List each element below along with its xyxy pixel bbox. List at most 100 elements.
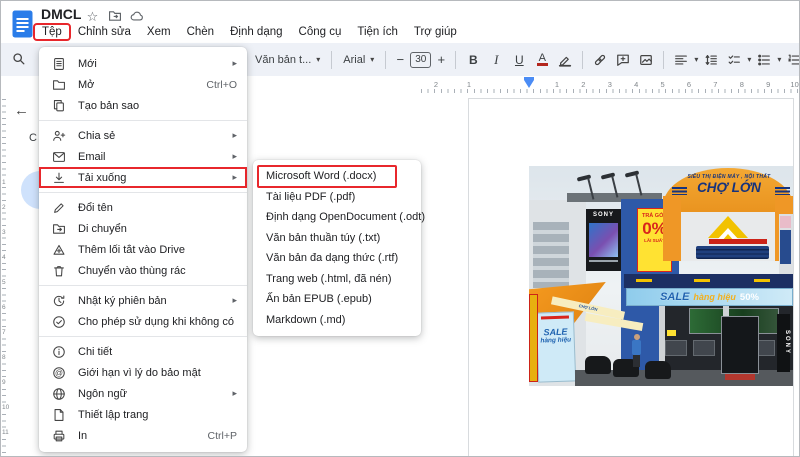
chevron-down-icon[interactable]: ▾: [694, 55, 698, 64]
format-label: Ấn bản EPUB (.epub): [266, 293, 372, 306]
vertical-ruler[interactable]: 1 2 3 4 5 6 7 8 9 10 11: [1, 99, 10, 456]
file-menu-item-info[interactable]: Chi tiết: [39, 341, 247, 362]
format-label: Văn bản đa dạng thức (.rtf): [266, 252, 399, 265]
chevron-down-icon: ▾: [316, 55, 321, 64]
download-format-item[interactable]: Văn bản đa dạng thức (.rtf): [253, 248, 421, 269]
file-menu-item-printer[interactable]: In Ctrl+P: [39, 425, 247, 446]
menu-item-shortcut: Ctrl+O: [206, 78, 237, 91]
download-format-item[interactable]: Văn bản thuần túy (.txt): [253, 228, 421, 249]
ruler-number: 1: [2, 179, 6, 186]
printer-icon: [53, 430, 65, 441]
underline-button[interactable]: U: [509, 50, 529, 70]
menu-chinh-sua[interactable]: Chỉnh sửa: [70, 24, 139, 40]
file-menu-item-folder-move[interactable]: Di chuyển: [39, 218, 247, 239]
menu-item-label: Giới hạn vì lý do bảo mật: [78, 366, 201, 379]
file-menu-item-folder-open[interactable]: Mở Ctrl+O: [39, 74, 247, 95]
menu-item-label: Thiết lập trang: [78, 408, 149, 421]
line-spacing-button[interactable]: [701, 50, 721, 70]
menu-separator: [39, 120, 247, 121]
submenu-arrow-icon: ▸: [232, 388, 237, 398]
menu-item-label: Chia sẻ: [78, 129, 116, 142]
ruler-number: 9: [766, 80, 771, 89]
submenu-arrow-icon: ▸: [232, 130, 237, 140]
submenu-arrow-icon: ▸: [232, 295, 237, 305]
font-dropdown[interactable]: Arial ▾: [339, 54, 378, 66]
menu-item-label: Ngôn ngữ: [78, 387, 127, 400]
file-menu-item-email[interactable]: Email ▸: [39, 146, 247, 167]
file-menu-item-trash[interactable]: Chuyển vào thùng rác: [39, 260, 247, 281]
insert-image-button[interactable]: [636, 50, 656, 70]
numbered-list-button[interactable]: [784, 50, 799, 70]
history-icon: [53, 294, 65, 306]
bulleted-list-button[interactable]: [754, 50, 774, 70]
increase-font-size-button[interactable]: +: [434, 52, 448, 67]
bold-button[interactable]: B: [463, 50, 483, 70]
file-menu-item-offline[interactable]: Cho phép sử dụng khi không có mạng: [39, 311, 247, 332]
file-menu-item-pencil[interactable]: Đổi tên: [39, 197, 247, 218]
storefront-name: CHỢ LỚN: [697, 180, 761, 195]
ruler-number: 1: [466, 80, 472, 89]
file-menu-item-history[interactable]: Nhật ký phiên bản ▸: [39, 290, 247, 311]
ruler-number: 2: [2, 204, 6, 211]
google-docs-window: DMCL ☆ Tệp Chỉnh sửa Xem Chèn Định dạng Công …: [0, 0, 800, 457]
paragraph-style-dropdown[interactable]: Văn bản t... ▾: [251, 54, 324, 66]
sony-vertical-sign: SONY: [777, 314, 790, 372]
email-icon: [53, 151, 65, 162]
decrease-font-size-button[interactable]: −: [393, 52, 407, 67]
ruler-number: 2: [581, 80, 586, 89]
submenu-arrow-icon: ▸: [232, 172, 237, 182]
highlight-color-button[interactable]: [555, 50, 575, 70]
file-menu-item-new-doc[interactable]: Mới ▸: [39, 53, 247, 74]
download-format-item[interactable]: Tài liệu PDF (.pdf): [253, 187, 421, 208]
download-format-item[interactable]: Trang web (.html, đã nén): [253, 269, 421, 290]
menu-xem[interactable]: Xem: [139, 24, 179, 40]
menu-cong-cu[interactable]: Công cụ: [291, 24, 350, 40]
text-color-button[interactable]: A: [536, 53, 548, 66]
download-format-item[interactable]: Ấn bản EPUB (.epub): [253, 289, 421, 310]
document-image-storefront[interactable]: SONY TRẢ GÓP 0% LÃI SUẤT SIÊU THỊ ĐIỆN M…: [529, 166, 793, 386]
menu-chen[interactable]: Chèn: [179, 24, 223, 40]
file-menu-item-page-setup[interactable]: Thiết lập trang: [39, 404, 247, 425]
google-docs-logo[interactable]: [12, 10, 33, 38]
menu-tro-giup[interactable]: Trợ giúp: [406, 24, 465, 40]
globe-icon: [53, 387, 65, 400]
file-menu-item-person-add[interactable]: Chia sẻ ▸: [39, 125, 247, 146]
chevron-down-icon[interactable]: ▾: [747, 55, 751, 64]
chevron-down-icon[interactable]: ▾: [777, 55, 781, 64]
menu-đinh-dang[interactable]: Định dạng: [222, 24, 290, 40]
document-title[interactable]: DMCL: [41, 6, 81, 22]
download-submenu: Microsoft Word (.docx) Tài liệu PDF (.pdf…: [253, 160, 425, 336]
horizontal-ruler[interactable]: 2 1 1 2 3 4 5 6 7 8 9 10: [401, 78, 799, 95]
ruler-number: 4: [634, 80, 639, 89]
search-icon[interactable]: [12, 52, 26, 71]
download-format-item[interactable]: Microsoft Word (.docx): [253, 165, 421, 188]
align-button[interactable]: [671, 50, 691, 70]
indent-marker[interactable]: [524, 77, 534, 88]
ruler-number: 4: [2, 254, 6, 261]
hide-outline-arrow-icon[interactable]: ←: [14, 102, 29, 119]
insert-link-button[interactable]: [590, 50, 610, 70]
outline-partial-text: C: [29, 132, 37, 144]
ruler-number: 10: [2, 404, 10, 411]
add-comment-button[interactable]: [613, 50, 633, 70]
file-menu-item-download[interactable]: Tải xuống ▸: [39, 167, 247, 188]
download-format-item[interactable]: Định dạng OpenDocument (.odt): [253, 207, 425, 228]
ruler-number: 11: [2, 429, 9, 436]
checklist-button[interactable]: [724, 50, 744, 70]
file-menu-item-copy[interactable]: Tạo bản sao: [39, 95, 247, 116]
ruler-number: 8: [2, 354, 6, 361]
download-format-item[interactable]: Markdown (.md): [253, 310, 421, 331]
font-size-input[interactable]: 30: [410, 51, 432, 68]
ruler-number: 9: [2, 379, 6, 386]
menu-tep[interactable]: Tệp: [33, 22, 71, 41]
copy-icon: [53, 99, 64, 111]
italic-button[interactable]: I: [486, 50, 506, 70]
file-menu-item-security[interactable]: @ Giới hạn vì lý do bảo mật: [39, 362, 247, 383]
file-menu-item-drive-add[interactable]: Thêm lối tắt vào Drive: [39, 239, 247, 260]
info-icon: [53, 345, 65, 358]
format-label: Văn bản thuần túy (.txt): [266, 231, 381, 244]
menu-tien-ich[interactable]: Tiện ích: [349, 24, 405, 40]
file-menu-item-globe[interactable]: Ngôn ngữ ▸: [39, 383, 247, 404]
menu-item-label: Thêm lối tắt vào Drive: [78, 243, 185, 256]
menu-item-label: Mở: [78, 78, 95, 91]
